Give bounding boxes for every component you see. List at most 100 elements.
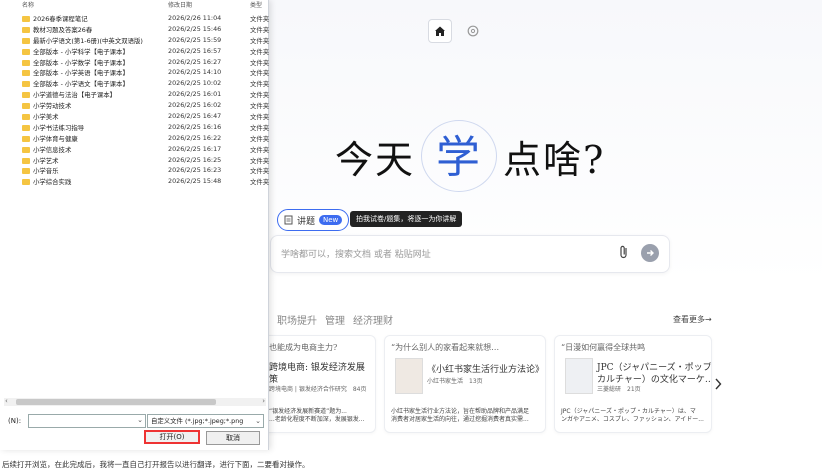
file-type: 文件夹 — [250, 113, 270, 122]
chevron-right-icon — [715, 378, 722, 390]
file-row[interactable]: 小学道德与法治【电子课本】 2026/2/25 16:01 文件夹 — [0, 90, 269, 101]
chevron-down-icon[interactable]: ⌄ — [137, 416, 143, 424]
file-date: 2026/2/25 16:47 — [168, 112, 222, 121]
file-row[interactable]: 小学信息技术 2026/2/25 16:17 文件夹 — [0, 144, 269, 156]
compass-icon — [467, 25, 479, 37]
filetype-select[interactable]: 自定义文件 (*.jpg;*.jpeg;*.png ⌄ — [147, 414, 264, 428]
folder-icon — [22, 16, 30, 22]
file-type: 文件夹 — [250, 167, 270, 176]
file-row[interactable]: 小学艺术 2026/2/25 16:25 文件夹 — [0, 156, 270, 167]
card-description: 小红书家生活行业方法论，旨在帮助品牌和产品满足 消费者对居家生活的向往，通过挖掘消… — [391, 408, 530, 423]
file-name: 2026春季课程笔记 — [33, 15, 88, 23]
file-row[interactable]: 全部版本 - 小学英语【电子课本】 2026/2/25 14:10 文件夹 — [0, 68, 269, 79]
chevron-down-icon: ⌄ — [255, 417, 261, 425]
folder-icon — [22, 114, 30, 121]
file-name: 小学音乐 — [33, 167, 59, 176]
column-header-date[interactable]: 修改日期 — [168, 0, 192, 9]
file-name: 全部版本 - 小学语文【电子课本】 — [33, 80, 129, 89]
folder-icon — [22, 168, 30, 175]
book-card[interactable]: “日漫如何赢得全球共鸣 JPC（ジャパニーズ・ポップ カルチャー）の文化マーケ…… — [554, 335, 712, 433]
horizontal-scrollbar[interactable]: ‹ › — [4, 397, 266, 406]
file-row[interactable]: 教材习题及答案26春 2026/2/25 15:46 文件夹 — [0, 25, 269, 36]
file-name: 最新小学语文(第1-6册)(中英文双语版) — [33, 36, 143, 45]
file-row[interactable]: 小学美术 2026/2/25 16:47 文件夹 — [0, 112, 270, 123]
file-type: 文件夹 — [250, 134, 270, 143]
folder-icon — [22, 146, 30, 153]
card-meta: 小红书家生活 13页 — [427, 378, 483, 385]
new-badge: New — [319, 215, 343, 225]
file-name: 小学体育与健康 — [33, 134, 78, 143]
card-meta: 跨境电商 | 银发经济合作研究 84页 — [269, 386, 367, 393]
column-header-type[interactable]: 类型 — [250, 0, 262, 9]
cancel-button[interactable]: 取消 — [206, 431, 260, 445]
file-date: 2026/2/25 15:48 — [168, 177, 222, 186]
card-title: “为什么别人的家看起来就想… — [391, 343, 500, 352]
folder-icon — [22, 26, 30, 33]
category-tab[interactable]: 经济理财 — [353, 312, 393, 327]
scrollbar-thumb[interactable] — [16, 399, 216, 405]
category-tab[interactable]: 职场提升 — [277, 312, 317, 327]
explore-button[interactable] — [462, 20, 484, 42]
file-row[interactable]: 小学书法练习指导 2026/2/25 16:16 文件夹 — [0, 122, 270, 134]
explain-question-chip[interactable]: 讲题 New — [277, 209, 350, 231]
file-row[interactable]: 全部版本 - 小学数学【电子课本】 2026/2/25 16:27 文件夹 — [0, 58, 269, 69]
home-icon — [435, 26, 445, 36]
chip-label: 讲题 — [297, 216, 316, 227]
file-type: 文件夹 — [250, 123, 270, 132]
folder-icon — [22, 92, 30, 99]
next-cards-button[interactable] — [714, 378, 722, 394]
column-header-name[interactable]: 名称 — [22, 0, 34, 9]
home-button[interactable] — [428, 19, 452, 43]
filename-input[interactable]: ⌄ — [28, 414, 146, 428]
file-row[interactable]: 小学劳动技术 2026/2/25 16:02 文件夹 — [0, 101, 270, 112]
file-name: 小学劳动技术 — [33, 102, 72, 111]
book-card[interactable]: “为什么别人的家看起来就想… 《小红书家生活行业方法论》 小红书家生活 13页 … — [384, 335, 546, 433]
file-row[interactable]: 小学体育与健康 2026/2/25 16:22 文件夹 — [0, 134, 270, 145]
file-type: 文件夹 — [250, 156, 270, 165]
card-meta: 三菱総研 21页 — [597, 386, 641, 393]
file-row[interactable]: 2026春季课程笔记 2026/2/26 11:04 文件夹 — [0, 14, 269, 25]
category-tab[interactable]: 管理 — [325, 312, 345, 327]
card-description: “银发经济发展新赛道”题为... ...老龄化程度不断加深，发展银发... — [269, 408, 365, 423]
folder-icon — [22, 124, 30, 131]
column-headers: 名称 修改日期 类型 — [0, 0, 268, 9]
search-placeholder: 学啥都可以，搜索文档 或者 粘贴网址 — [281, 250, 431, 260]
file-name: 教材习题及答案26春 — [33, 25, 93, 34]
file-row[interactable]: 全部版本 - 小学语文【电子课本】 2026/2/25 10:02 文件夹 — [0, 79, 269, 90]
file-date: 2026/2/25 16:23 — [168, 166, 222, 175]
file-row[interactable]: 小学音乐 2026/2/25 16:23 文件夹 — [0, 166, 270, 177]
folder-icon — [22, 135, 30, 142]
file-type: 文件夹 — [250, 178, 270, 187]
attachment-icon[interactable] — [619, 245, 629, 259]
search-box[interactable]: 学啥都可以，搜索文档 或者 粘贴网址 — [270, 235, 670, 273]
hero-heading: 今天 学 点啥? — [335, 120, 605, 192]
file-date: 2026/2/25 16:02 — [168, 101, 222, 110]
book-cover — [565, 358, 593, 394]
card-title: “日漫如何赢得全球共鸣 — [561, 343, 646, 352]
folder-icon — [22, 179, 30, 186]
file-date: 2026/2/25 16:17 — [168, 144, 222, 153]
file-name: 小学书法练习指导 — [33, 123, 85, 132]
category-tabs: 职场提升 管理 经济理财 — [277, 312, 393, 327]
send-button[interactable] — [641, 244, 659, 262]
file-row[interactable]: 全部版本 - 小学科学【电子课本】 2026/2/25 16:57 文件夹 — [0, 47, 269, 58]
file-row[interactable]: 小学综合实践 2026/2/25 15:48 文件夹 — [0, 177, 270, 188]
open-button[interactable]: 打开(O) — [144, 430, 200, 444]
file-open-dialog: 名称 修改日期 类型 2026春季课程笔记 2026/2/26 11:04 文件夹教… — [0, 0, 269, 450]
folder-icon — [22, 103, 30, 110]
file-date: 2026/2/25 16:01 — [168, 90, 222, 99]
file-name: 小学艺术 — [33, 156, 59, 165]
hero-text-after: 点啥? — [503, 137, 606, 182]
footer-text: 后续打开浏览，在此完成后，我将一直自己打开报告以进行翻译，进行下面，二要看对操作… — [2, 460, 310, 469]
card-book-title: 《小红书家生活行业方法论》 — [427, 365, 545, 375]
file-date: 2026/2/25 16:16 — [168, 122, 222, 131]
folder-icon — [22, 48, 30, 55]
file-type: 文件夹 — [250, 102, 270, 111]
file-row[interactable]: 最新小学语文(第1-6册)(中英文双语版) 2026/2/25 15:59 文件夹 — [0, 35, 269, 47]
file-date: 2026/2/25 15:59 — [168, 35, 222, 44]
scroll-left-icon[interactable]: ‹ — [5, 397, 8, 405]
scroll-right-icon[interactable]: › — [262, 397, 265, 405]
folder-icon — [22, 70, 30, 77]
see-more-link[interactable]: 查看更多→ — [673, 314, 712, 325]
file-name: 小学综合实践 — [33, 178, 72, 187]
